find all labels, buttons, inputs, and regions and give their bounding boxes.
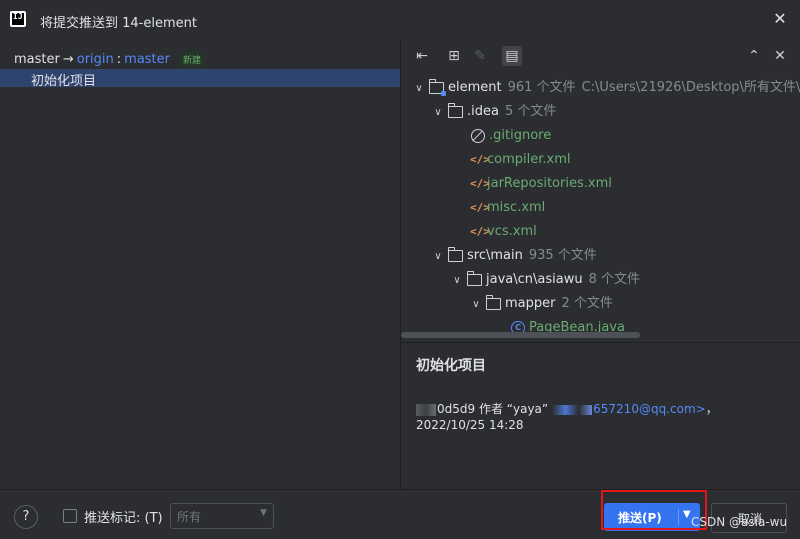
- gitignore-icon: [471, 128, 485, 143]
- tree-node[interactable]: </>misc.xml: [467, 196, 545, 220]
- changes-pane: ⇤ ⊞ ✎ ▤ ⌃ ✕ ∨ element 961 个文件 C:\Users\2192…: [401, 40, 800, 489]
- xml-file-icon: </>: [470, 225, 490, 238]
- redacted-email-prefix: [552, 404, 593, 415]
- chevron-down-icon[interactable]: ∨: [451, 269, 463, 293]
- email-suffix: ，: [705, 402, 718, 416]
- local-branch: master: [14, 52, 60, 67]
- edit-icon[interactable]: ✎: [470, 46, 490, 66]
- remote-name-link[interactable]: origin: [77, 52, 114, 67]
- commits-pane: master → origin: master 新建 初始化项目: [0, 40, 400, 489]
- file-count: 935 个文件: [528, 248, 597, 263]
- close-icon[interactable]: ✕: [772, 11, 788, 27]
- tree-node-label: element: [448, 80, 502, 95]
- module-folder-icon: [429, 78, 446, 96]
- commit-list-item[interactable]: 初始化项目: [0, 69, 400, 89]
- commit-details: 初始化项目 0d5d9 作者 “yaya” 657210@qq.com>， 202…: [401, 343, 800, 489]
- chevron-down-icon[interactable]: ∨: [470, 293, 482, 317]
- tree-node[interactable]: ∨ src\main 935 个文件: [432, 244, 597, 268]
- chevron-down-icon: ▼: [260, 508, 267, 518]
- tree-node-label: jarRepositories.xml: [487, 176, 612, 191]
- folder-icon: [448, 246, 463, 262]
- new-branch-badge: 新建: [180, 52, 205, 67]
- watermark: CSDN @asia-wu: [691, 515, 788, 529]
- dialog-footer: ? 推送标记: (T) 所有 ▼ 推送(P) ▼ 取消 CSDN @asia-w…: [0, 489, 800, 539]
- tree-node[interactable]: </>compiler.xml: [467, 148, 571, 172]
- split-separator: [678, 509, 679, 525]
- file-count: 961 个文件: [507, 80, 576, 95]
- file-count: 8 个文件: [588, 272, 640, 287]
- horizontal-scrollbar[interactable]: [401, 332, 640, 338]
- tree-node[interactable]: ∨ .idea 5 个文件: [432, 100, 556, 124]
- tree-node[interactable]: ∨ element 961 个文件 C:\Users\21926\Desktop\所有…: [413, 76, 800, 100]
- group-by-icon[interactable]: ⊞: [444, 46, 464, 66]
- changes-toolbar: ⇤ ⊞ ✎ ▤ ⌃ ✕: [401, 40, 800, 72]
- redacted-hash-prefix: [416, 403, 436, 416]
- tree-node-label: mapper: [505, 296, 556, 311]
- chevron-down-icon[interactable]: ∨: [432, 245, 444, 269]
- branch-mapping: master → origin: master 新建: [14, 52, 205, 70]
- xml-file-icon: </>: [470, 177, 490, 190]
- title-bar: IJ 将提交推送到 14-element ✕: [0, 0, 800, 40]
- file-count: 2 个文件: [561, 296, 613, 311]
- chevron-down-icon[interactable]: ∨: [432, 101, 444, 125]
- xml-file-icon: </>: [470, 201, 490, 214]
- folder-icon: [467, 270, 482, 286]
- commit-meta: 0d5d9 作者 “yaya” 657210@qq.com>，: [416, 400, 718, 417]
- commit-author: 作者 “yaya”: [478, 402, 549, 416]
- branch-separator: :: [116, 52, 122, 67]
- tree-node[interactable]: ∨ java\cn\asiawu 8 个文件: [451, 268, 640, 292]
- tree-node-label: .idea: [467, 104, 499, 119]
- commit-hash[interactable]: 0d5d9: [437, 402, 475, 416]
- push-arrow: →: [62, 52, 74, 67]
- select-value: 所有: [177, 510, 202, 524]
- intellij-logo-icon: IJ: [10, 11, 26, 27]
- commit-message: 初始化项目: [31, 74, 97, 89]
- push-options-dropdown-icon[interactable]: ▼: [683, 509, 691, 520]
- commit-detail-title: 初始化项目: [416, 358, 486, 374]
- tree-node-label: .gitignore: [489, 128, 552, 143]
- tree-node[interactable]: .gitignore: [467, 124, 551, 148]
- folder-icon: [448, 102, 463, 118]
- tree-node[interactable]: </>jarRepositories.xml: [467, 172, 612, 196]
- expand-diff-icon[interactable]: ⇤: [412, 46, 432, 66]
- push-button[interactable]: 推送(P) ▼: [604, 503, 700, 531]
- author-email[interactable]: 657210@qq.com>: [593, 402, 706, 416]
- tree-node-label: java\cn\asiawu: [486, 272, 583, 287]
- dialog-title: 将提交推送到 14-element: [40, 16, 197, 31]
- tags-scope-select[interactable]: 所有 ▼: [170, 503, 274, 529]
- help-button[interactable]: ?: [14, 505, 38, 529]
- push-tags-checkbox[interactable]: [63, 509, 77, 523]
- tree-node-label: misc.xml: [487, 200, 546, 215]
- collapse-all-icon[interactable]: ✕: [770, 46, 790, 66]
- tree-node-label: src\main: [467, 248, 523, 263]
- xml-file-icon: </>: [470, 153, 490, 166]
- tree-node-label: compiler.xml: [487, 152, 571, 167]
- chevron-down-icon[interactable]: ∨: [413, 77, 425, 101]
- file-count: 5 个文件: [504, 104, 557, 119]
- preview-icon[interactable]: ▤: [502, 46, 522, 66]
- tree-node-label: vcs.xml: [487, 224, 537, 239]
- module-path: C:\Users\21926\Desktop\所有文件\: [581, 80, 800, 95]
- push-tags-label[interactable]: 推送标记: (T): [84, 507, 163, 526]
- tree-node[interactable]: </>vcs.xml: [467, 220, 537, 244]
- changed-files-tree: ∨ element 961 个文件 C:\Users\21926\Desktop\所有…: [401, 76, 800, 338]
- tree-node[interactable]: ∨ mapper 2 个文件: [470, 292, 613, 316]
- expand-all-icon[interactable]: ⌃: [744, 46, 764, 66]
- folder-icon: [486, 294, 501, 310]
- remote-branch-link[interactable]: master: [124, 52, 170, 67]
- commit-date: 2022/10/25 14:28: [416, 418, 524, 432]
- push-button-label: 推送(P): [618, 511, 662, 525]
